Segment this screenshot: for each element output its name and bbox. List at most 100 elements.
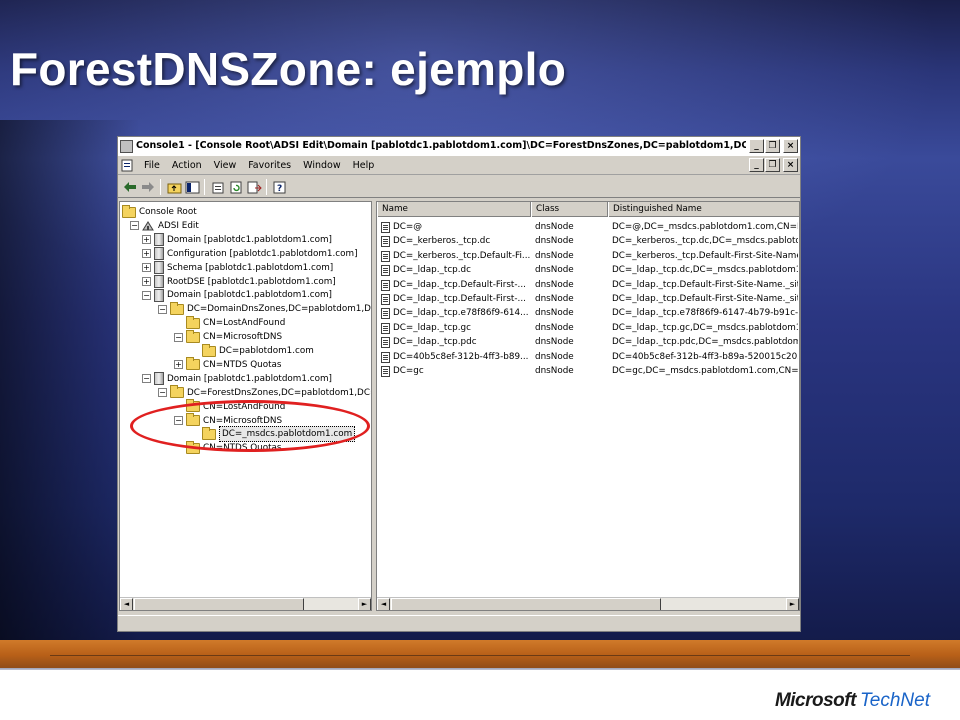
collapse-icon[interactable]: − xyxy=(158,304,167,314)
tree-item[interactable]: − Domain [pablotdc1.pablotdom1.com] xyxy=(142,288,332,302)
list-row[interactable]: DC=_ldap._tcp.gc dnsNode DC=_ldap._tcp.gc,… xyxy=(377,321,799,335)
dns-node-icon xyxy=(381,294,390,305)
menu-file[interactable]: File xyxy=(138,160,166,171)
up-folder-icon[interactable] xyxy=(166,179,182,195)
folder-icon xyxy=(186,357,200,371)
refresh-icon[interactable] xyxy=(228,179,244,195)
expand-icon[interactable]: + xyxy=(142,235,151,245)
list-row[interactable]: DC=_ldap._tcp.pdc dnsNode DC=_ldap._tcp.pd… xyxy=(377,335,799,349)
tree-item[interactable]: + CN=NTDS Quotas xyxy=(174,357,282,372)
list-row[interactable]: DC=_kerberos._tcp.dc dnsNode DC=_kerberos.… xyxy=(377,234,799,248)
column-header-distinguished-name[interactable]: Distinguished Name xyxy=(608,202,799,217)
tree-item-label: Domain [pablotdc1.pablotdom1.com] xyxy=(167,373,332,384)
window-titlebar[interactable]: Console1 - [Console Root\ADSI Edit\Domai… xyxy=(118,137,800,156)
document-icon[interactable] xyxy=(121,159,134,172)
tree-item[interactable]: CN=NTDS Quotas xyxy=(174,440,282,455)
folder-icon xyxy=(186,413,200,426)
scroll-thumb[interactable] xyxy=(134,598,304,610)
show-hide-tree-icon[interactable] xyxy=(184,179,200,195)
child-minimize-button[interactable]: _ xyxy=(749,158,764,172)
folder-icon xyxy=(186,399,200,413)
svg-text:?: ? xyxy=(277,184,282,194)
tree-item[interactable]: − CN=MicrosoftDNS xyxy=(174,329,283,344)
menu-help[interactable]: Help xyxy=(347,160,381,171)
list-row[interactable]: DC=_ldap._tcp.dc dnsNode DC=_ldap._tcp.dc,… xyxy=(377,263,799,277)
column-header-name[interactable]: Name xyxy=(377,202,531,217)
forward-arrow-icon[interactable] xyxy=(140,179,156,195)
tree-item[interactable]: + RootDSE [pablotdc1.pablotdom1.com] xyxy=(142,275,336,289)
list-row[interactable]: DC=_ldap._tcp.Default-First-... dnsNode DC… xyxy=(377,292,799,306)
tree-item-label: CN=MicrosoftDNS xyxy=(203,332,283,343)
cell-name: DC=40b5c8ef-312b-4ff3-b89... xyxy=(393,351,529,362)
tree-item[interactable]: + Domain [pablotdc1.pablotdom1.com] xyxy=(142,233,332,247)
collapse-icon[interactable]: − xyxy=(142,374,151,384)
technet-logo: Microsoft TechNet xyxy=(775,690,930,712)
cell-distinguished-name: DC=_ldap._tcp.Default-First-Site-Name._s… xyxy=(612,279,798,290)
expand-icon[interactable]: + xyxy=(142,263,151,273)
cell-name: DC=_kerberos._tcp.dc xyxy=(393,236,491,247)
collapse-icon[interactable]: − xyxy=(142,290,151,300)
cell-name: DC=@ xyxy=(393,222,423,232)
list-row[interactable]: DC=_kerberos._tcp.Default-Fi... dnsNode DC… xyxy=(377,249,799,263)
dns-node-icon xyxy=(381,265,390,277)
tree-item[interactable]: − DC=ForestDnsZones,DC=pablotdom1,DC=co xyxy=(158,385,371,400)
list-row[interactable]: DC=_ldap._tcp.Default-First-... dnsNode DC… xyxy=(377,278,799,292)
tree-item[interactable]: CN=LostAndFound xyxy=(174,315,285,330)
tree-item[interactable]: Console Root xyxy=(122,204,197,219)
child-close-button[interactable]: × xyxy=(783,158,798,172)
tree-item[interactable]: + Schema [pablotdc1.pablotdom1.com] xyxy=(142,261,333,275)
export-list-icon[interactable] xyxy=(246,179,262,195)
scroll-right-button[interactable]: ► xyxy=(358,598,371,610)
tree-horizontal-scrollbar[interactable]: ◄ ► xyxy=(120,597,371,610)
properties-icon[interactable] xyxy=(210,179,226,195)
collapse-icon[interactable]: − xyxy=(130,221,139,231)
list-row[interactable]: DC=_ldap._tcp.e78f86f9-614... dnsNode DC=_… xyxy=(377,306,799,320)
tree-item[interactable]: CN=LostAndFound xyxy=(174,399,285,414)
tree-item-label: DC=pablotdom1.com xyxy=(219,346,314,356)
restore-button[interactable]: ❐ xyxy=(765,139,780,153)
scroll-left-button[interactable]: ◄ xyxy=(377,598,390,610)
cell-name: DC=_ldap._tcp.e78f86f9-614... xyxy=(393,308,529,319)
menu-favorites[interactable]: Favorites xyxy=(242,160,297,171)
list-row[interactable]: DC=40b5c8ef-312b-4ff3-b89... dnsNode DC=40… xyxy=(377,350,799,364)
list-horizontal-scrollbar[interactable]: ◄ ► xyxy=(377,597,799,610)
menu-view[interactable]: View xyxy=(208,160,243,171)
dns-node-icon xyxy=(381,236,390,248)
slide-title: ForestDNSZone: ejemplo xyxy=(10,43,567,95)
scroll-thumb[interactable] xyxy=(391,598,661,610)
scroll-left-button[interactable]: ◄ xyxy=(120,598,133,610)
tree-pane[interactable]: Console Root − ADSI Edit + Domain [pablotdc1… xyxy=(119,201,372,611)
menu-window[interactable]: Window xyxy=(297,160,346,171)
tree-item[interactable]: + Configuration [pablotdc1.pablotdom1.com… xyxy=(142,247,358,261)
toolbar-separator xyxy=(266,179,267,195)
cell-name: DC=gc xyxy=(393,366,424,376)
tree-item[interactable]: − ADSI Edit xyxy=(130,219,199,233)
column-header-class[interactable]: Class xyxy=(531,202,608,217)
collapse-icon[interactable]: − xyxy=(174,416,183,425)
tree-item-label: DC=DomainDnsZones,DC=pablotdom1,DC=c xyxy=(187,304,372,315)
tree-item[interactable]: − Domain [pablotdc1.pablotdom1.com] xyxy=(142,372,332,386)
menu-action[interactable]: Action xyxy=(166,160,208,171)
tree-item[interactable]: − DC=DomainDnsZones,DC=pablotdom1,DC=c xyxy=(158,301,372,316)
list-row[interactable]: DC=@ dnsNode DC=@,DC=_msdcs.pablotdom1.com… xyxy=(377,220,799,234)
expand-icon[interactable]: + xyxy=(174,360,183,370)
brand-technet: TechNet xyxy=(859,690,930,711)
tree-item[interactable]: DC=pablotdom1.com xyxy=(190,343,314,358)
tree-item-label: CN=NTDS Quotas xyxy=(203,443,282,454)
collapse-icon[interactable]: − xyxy=(158,388,167,398)
help-icon[interactable]: ? xyxy=(272,179,288,195)
expand-icon[interactable]: + xyxy=(142,277,151,286)
cell-class: dnsNode xyxy=(535,308,574,319)
list-pane[interactable]: Name Class Distinguished Name DC=@ dnsNod… xyxy=(376,201,800,611)
tree-item-label: Domain [pablotdc1.pablotdom1.com] xyxy=(167,290,332,301)
back-arrow-icon[interactable] xyxy=(122,179,138,195)
scroll-right-button[interactable]: ► xyxy=(786,598,799,610)
close-button[interactable]: × xyxy=(783,139,798,153)
collapse-icon[interactable]: − xyxy=(174,332,183,342)
child-restore-button[interactable]: ❐ xyxy=(765,158,780,172)
tree-item[interactable]: − CN=MicrosoftDNS xyxy=(174,413,282,428)
expand-icon[interactable]: + xyxy=(142,249,151,259)
list-row[interactable]: DC=gc dnsNode DC=gc,DC=_msdcs.pablotdom1.c… xyxy=(377,364,799,378)
tree-item[interactable]: DC=_msdcs.pablotdom1.com xyxy=(190,426,356,443)
minimize-button[interactable]: _ xyxy=(749,139,764,153)
